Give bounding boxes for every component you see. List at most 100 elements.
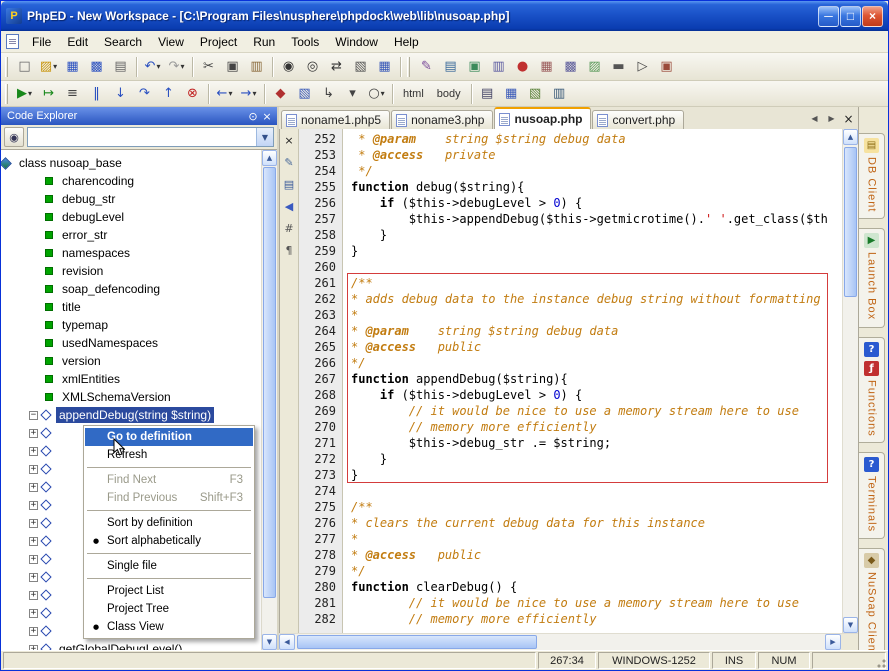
menu-project[interactable]: Project [192, 32, 245, 52]
context-menu-item-refresh[interactable]: Refresh [85, 446, 253, 464]
close-document-button[interactable]: ▣ [655, 56, 678, 78]
tree-item[interactable]: soap_defencoding [1, 280, 261, 298]
expand-box-icon[interactable]: + [29, 519, 38, 528]
editor-hscroll-thumb[interactable] [297, 635, 537, 649]
close-button[interactable]: × [862, 6, 883, 27]
editor-hscrollbar[interactable]: ◀ ▶ [279, 633, 858, 650]
tree-item[interactable]: title [1, 298, 261, 316]
new-file-button[interactable]: □ [13, 56, 36, 78]
find-next-button[interactable]: ◎ [301, 56, 324, 78]
insert-columns-button[interactable]: ▥ [548, 83, 571, 105]
editor-scroll-right-button[interactable]: ▶ [825, 634, 841, 650]
save-all-button[interactable]: ▩ [85, 56, 108, 78]
print-button[interactable]: ▤ [109, 56, 132, 78]
tab-noname3-php[interactable]: noname3.php [391, 110, 493, 129]
editor-scroll-up-button[interactable]: ▲ [843, 129, 858, 145]
menu-window[interactable]: Window [327, 32, 386, 52]
tree-item[interactable]: version [1, 352, 261, 370]
tree-item[interactable]: typemap [1, 316, 261, 334]
text-document-button[interactable]: ▤ [439, 56, 462, 78]
tree-scroll-track[interactable] [262, 166, 277, 634]
redo-button[interactable]: ↷▾ [165, 56, 188, 78]
expand-box-icon[interactable]: + [29, 447, 38, 456]
pin-icon[interactable]: ⊙ [246, 109, 260, 123]
stop-button[interactable]: ⊗ [181, 83, 204, 105]
step-out-button[interactable]: ↑ [157, 83, 180, 105]
margin-paragraph-icon[interactable]: ¶ [281, 242, 297, 258]
copy-button[interactable]: ▣ [221, 56, 244, 78]
find-button[interactable]: ◉ [277, 56, 300, 78]
context-menu-item-sort-by-definition[interactable]: Sort by definition [85, 514, 253, 532]
editor-vscrollbar[interactable]: ▲ ▼ [842, 129, 858, 633]
panel-close-icon[interactable]: × [260, 109, 274, 123]
code-insight-button[interactable]: ▾ [341, 83, 364, 105]
document-table-button[interactable]: ▩ [559, 56, 582, 78]
editor-scroll-down-button[interactable]: ▼ [843, 617, 858, 633]
open-in-browser-button[interactable]: ▧ [293, 83, 316, 105]
tree-item[interactable]: charencoding [1, 172, 261, 190]
code-explorer-filter-combo[interactable]: ▼ [27, 127, 274, 147]
find-in-files-button[interactable]: ▧ [349, 56, 372, 78]
mdi-document-icon[interactable] [6, 34, 19, 49]
document-columns-button[interactable]: ▦ [535, 56, 558, 78]
tree-scroll-thumb[interactable] [263, 167, 276, 598]
context-menu-item-go-to-definition[interactable]: Go to definition [85, 428, 253, 446]
toolbar-grip[interactable] [407, 57, 410, 77]
pause-button[interactable]: ‖ [85, 83, 108, 105]
dock-tab-terminals[interactable]: ?Terminals [859, 452, 885, 539]
menu-file[interactable]: File [24, 32, 59, 52]
menu-view[interactable]: View [150, 32, 192, 52]
tree-item[interactable]: xmlEntities [1, 370, 261, 388]
tree-scroll-down-button[interactable]: ▼ [262, 634, 277, 650]
tree-item[interactable]: +getGlobalDebugLevel() [1, 640, 261, 650]
html-tag-button[interactable]: html [397, 83, 430, 105]
insert-table-button[interactable]: ▦ [500, 83, 523, 105]
document-export-button[interactable]: ▨ [583, 56, 606, 78]
context-menu-item-class-view[interactable]: ●Class View [85, 618, 253, 636]
step-into-button[interactable]: ↓ [109, 83, 132, 105]
tree-item[interactable]: debug_str [1, 190, 261, 208]
navigate-back-button[interactable]: ←▾ [213, 83, 236, 105]
zoom-tool-button[interactable]: ○▾ [365, 83, 388, 105]
dock-tab-functions[interactable]: ?ƒFunctions [859, 337, 885, 444]
tabs-scroll-left-button[interactable]: ◀ [807, 111, 822, 126]
expand-box-icon[interactable]: + [29, 483, 38, 492]
tab-noname1-php5[interactable]: noname1.php5 [281, 110, 390, 129]
margin-linenumbers-icon[interactable]: # [281, 220, 297, 236]
margin-close-icon[interactable]: × [281, 132, 297, 148]
tree-scrollbar[interactable]: ▲ ▼ [261, 150, 277, 650]
expand-box-icon[interactable]: + [29, 573, 38, 582]
dock-tab-db-client[interactable]: ▤DB Client [859, 133, 885, 219]
editor-scroll-left-button[interactable]: ◀ [279, 634, 295, 650]
filter-button[interactable]: ◉ [4, 127, 24, 147]
run-list-button[interactable]: ≡ [61, 83, 84, 105]
external-tool-button[interactable]: ▷ [631, 56, 654, 78]
save-file-button[interactable]: ▦ [61, 56, 84, 78]
tree-item[interactable]: usedNamespaces [1, 334, 261, 352]
code-view[interactable]: * @param string $string debug data * @ac… [343, 129, 842, 633]
expand-box-icon[interactable]: + [29, 537, 38, 546]
tab-close-button[interactable]: × [841, 111, 856, 126]
tree-item[interactable]: namespaces [1, 244, 261, 262]
context-menu-item-sort-alphabetically[interactable]: ●Sort alphabetically [85, 532, 253, 550]
dock-tab-nusoap-client[interactable]: ◆NuSoap Client [859, 548, 885, 663]
expand-box-icon[interactable]: + [29, 555, 38, 564]
maximize-button[interactable]: □ [840, 6, 861, 27]
cut-button[interactable]: ✂ [197, 56, 220, 78]
tab-nusoap-php[interactable]: nusoap.php [494, 107, 591, 129]
run-to-cursor-button[interactable]: ↦ [37, 83, 60, 105]
paste-button[interactable]: ▥ [245, 56, 268, 78]
collapse-box-icon[interactable]: − [29, 411, 38, 420]
menu-edit[interactable]: Edit [59, 32, 96, 52]
navigate-forward-button[interactable]: →▾ [237, 83, 260, 105]
undo-button[interactable]: ↶▾ [141, 56, 164, 78]
toolbar-grip[interactable] [5, 84, 8, 104]
tab-convert-php[interactable]: convert.php [592, 110, 684, 129]
margin-bookmark-icon[interactable]: ▤ [281, 176, 297, 192]
editor-scroll-thumb[interactable] [844, 147, 857, 297]
tree-item[interactable]: revision [1, 262, 261, 280]
editor-hscroll-track[interactable] [295, 634, 825, 650]
dock-tab-launch-box[interactable]: ▶Launch Box [859, 228, 885, 327]
expand-box-icon[interactable]: + [29, 501, 38, 510]
insert-image-button[interactable]: ▧ [524, 83, 547, 105]
